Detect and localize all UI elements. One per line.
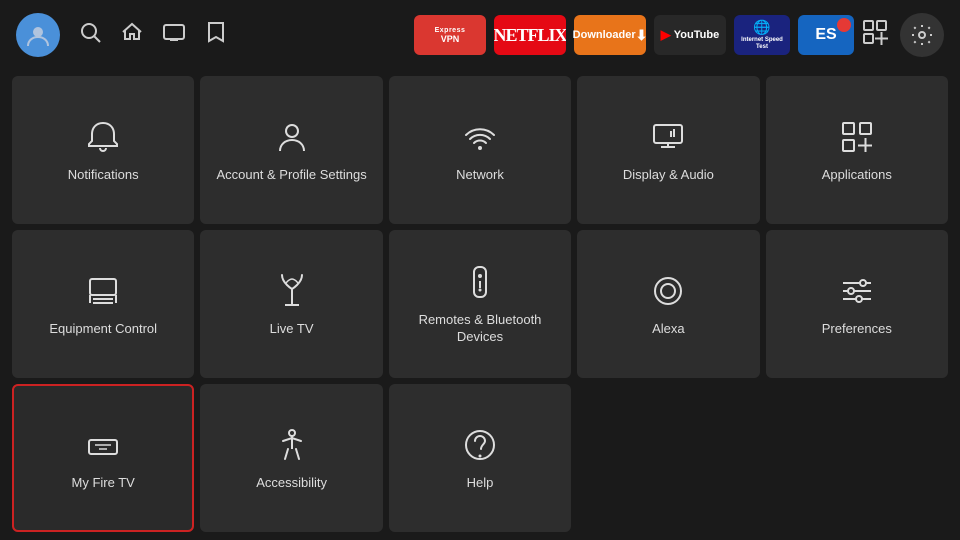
antenna-icon xyxy=(272,271,312,311)
home-icon[interactable] xyxy=(120,20,144,50)
grid-item-equipment-control[interactable]: Equipment Control xyxy=(12,230,194,378)
equipment-control-label: Equipment Control xyxy=(49,321,157,338)
help-label: Help xyxy=(467,475,494,492)
notifications-label: Notifications xyxy=(68,167,139,184)
grid-item-remotes-bluetooth[interactable]: Remotes & Bluetooth Devices xyxy=(389,230,571,378)
accessibility-icon xyxy=(272,425,312,465)
top-nav: Express VPN NETFLIX Downloader ⬇ ▶ YouTu… xyxy=(0,0,960,70)
grid-item-my-fire-tv[interactable]: My Fire TV xyxy=(12,384,194,532)
search-icon[interactable] xyxy=(78,20,102,50)
grid-item-alexa[interactable]: Alexa xyxy=(577,230,759,378)
app-downloader[interactable]: Downloader ⬇ xyxy=(574,15,646,55)
nav-left xyxy=(16,13,228,57)
applications-label: Applications xyxy=(822,167,892,184)
app-netflix[interactable]: NETFLIX xyxy=(494,15,566,55)
apps-icon xyxy=(837,117,877,157)
nav-apps: Express VPN NETFLIX Downloader ⬇ ▶ YouTu… xyxy=(414,15,854,55)
nav-right xyxy=(862,13,944,57)
app-es[interactable]: ES xyxy=(798,15,854,55)
settings-button[interactable] xyxy=(900,13,944,57)
accessibility-label: Accessibility xyxy=(256,475,327,492)
network-label: Network xyxy=(456,167,504,184)
sliders-icon xyxy=(837,271,877,311)
bookmark-icon[interactable] xyxy=(204,20,228,50)
avatar[interactable] xyxy=(16,13,60,57)
app-youtube[interactable]: ▶ YouTube xyxy=(654,15,726,55)
tv-control-icon xyxy=(83,271,123,311)
alexa-label: Alexa xyxy=(652,321,685,338)
bell-icon xyxy=(83,117,123,157)
grid-item-preferences[interactable]: Preferences xyxy=(766,230,948,378)
display-audio-label: Display & Audio xyxy=(623,167,714,184)
grid-item-display-audio[interactable]: Display & Audio xyxy=(577,76,759,224)
my-fire-tv-label: My Fire TV xyxy=(72,475,135,492)
grid-item-applications[interactable]: Applications xyxy=(766,76,948,224)
account-profile-label: Account & Profile Settings xyxy=(216,167,366,184)
grid-item-accessibility[interactable]: Accessibility xyxy=(200,384,382,532)
remotes-bluetooth-label: Remotes & Bluetooth Devices xyxy=(399,312,561,346)
grid-item-help[interactable]: Help xyxy=(389,384,571,532)
grid-add-icon[interactable] xyxy=(862,19,888,51)
settings-grid: Notifications Account & Profile Settings… xyxy=(0,70,960,540)
grid-item-live-tv[interactable]: Live TV xyxy=(200,230,382,378)
preferences-label: Preferences xyxy=(822,321,892,338)
live-tv-label: Live TV xyxy=(270,321,314,338)
grid-item-notifications[interactable]: Notifications xyxy=(12,76,194,224)
help-icon xyxy=(460,425,500,465)
grid-item-network[interactable]: Network xyxy=(389,76,571,224)
app-speedtest[interactable]: 🌐 Internet Speed Test xyxy=(734,15,790,55)
tv-icon[interactable] xyxy=(162,20,186,50)
monitor-icon xyxy=(648,117,688,157)
person-icon xyxy=(272,117,312,157)
alexa-icon xyxy=(648,271,688,311)
wifi-icon xyxy=(460,117,500,157)
grid-item-account-profile[interactable]: Account & Profile Settings xyxy=(200,76,382,224)
remote-icon xyxy=(460,262,500,302)
firetv-icon xyxy=(83,425,123,465)
app-expressvpn[interactable]: Express VPN xyxy=(414,15,486,55)
